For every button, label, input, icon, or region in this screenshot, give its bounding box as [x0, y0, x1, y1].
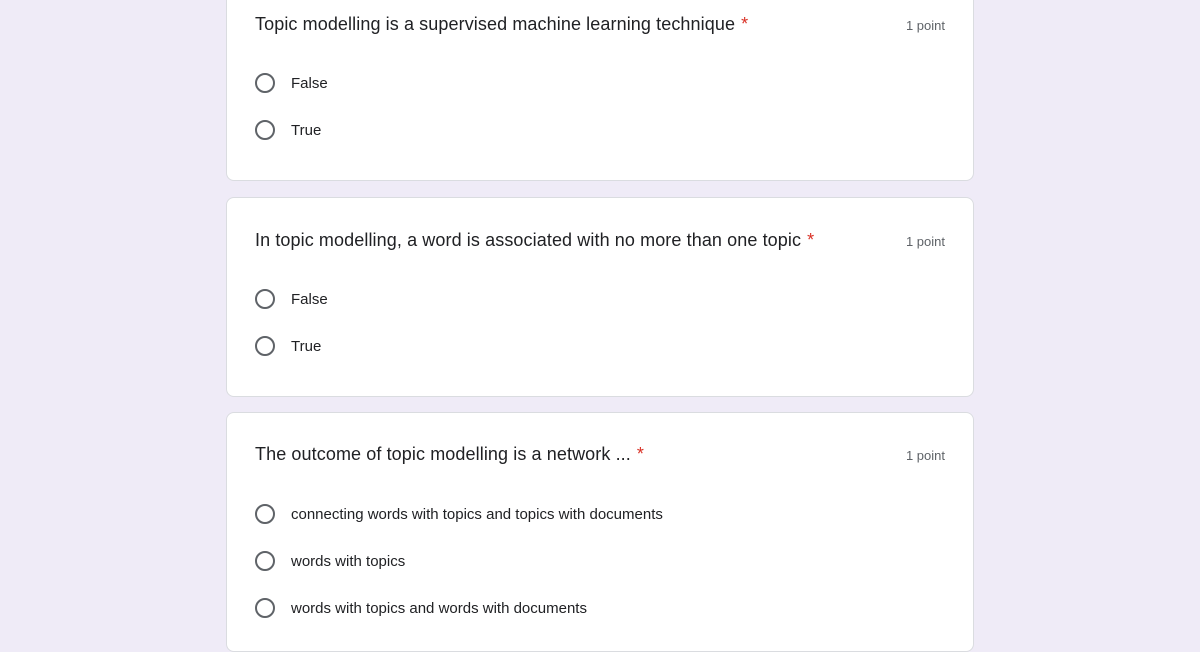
option-label: False	[291, 290, 328, 308]
points-label: 1 point	[905, 448, 945, 463]
question-card-2: In topic modelling, a word is associated…	[226, 197, 974, 397]
radio-button[interactable]	[255, 504, 275, 524]
required-asterisk: *	[741, 14, 749, 34]
radio-button[interactable]	[255, 336, 275, 356]
option-words-topics-documents[interactable]: connecting words with topics and topics …	[255, 502, 663, 526]
option-false[interactable]: False	[255, 287, 328, 311]
question-text: In topic modelling, a word is associated…	[255, 230, 802, 250]
radio-button[interactable]	[255, 120, 275, 140]
question-card-1: Topic modelling is a supervised machine …	[226, 0, 974, 181]
option-true[interactable]: True	[255, 118, 321, 142]
option-label: False	[291, 74, 328, 92]
option-true[interactable]: True	[255, 334, 321, 358]
question-text: The outcome of topic modelling is a netw…	[255, 444, 631, 464]
option-label: connecting words with topics and topics …	[291, 505, 663, 523]
option-false[interactable]: False	[255, 71, 328, 95]
option-words-topics-words-documents[interactable]: words with topics and words with documen…	[255, 596, 587, 620]
option-label: words with topics	[291, 552, 406, 570]
option-label: True	[291, 337, 322, 355]
required-asterisk: *	[807, 230, 815, 250]
question-title: Topic modelling is a supervised machine …	[255, 14, 748, 35]
radio-button[interactable]	[255, 289, 275, 309]
question-title: In topic modelling, a word is associated…	[255, 230, 814, 251]
question-title: The outcome of topic modelling is a netw…	[255, 444, 644, 465]
radio-button[interactable]	[255, 73, 275, 93]
option-label: words with topics and words with documen…	[291, 599, 587, 617]
option-words-topics[interactable]: words with topics	[255, 549, 405, 573]
required-asterisk: *	[636, 444, 644, 464]
question-text: Topic modelling is a supervised machine …	[255, 14, 736, 34]
option-label: True	[291, 121, 322, 139]
points-label: 1 point	[905, 234, 945, 249]
radio-button[interactable]	[255, 598, 275, 618]
points-label: 1 point	[905, 18, 945, 33]
radio-button[interactable]	[255, 551, 275, 571]
question-card-3: The outcome of topic modelling is a netw…	[226, 412, 974, 652]
